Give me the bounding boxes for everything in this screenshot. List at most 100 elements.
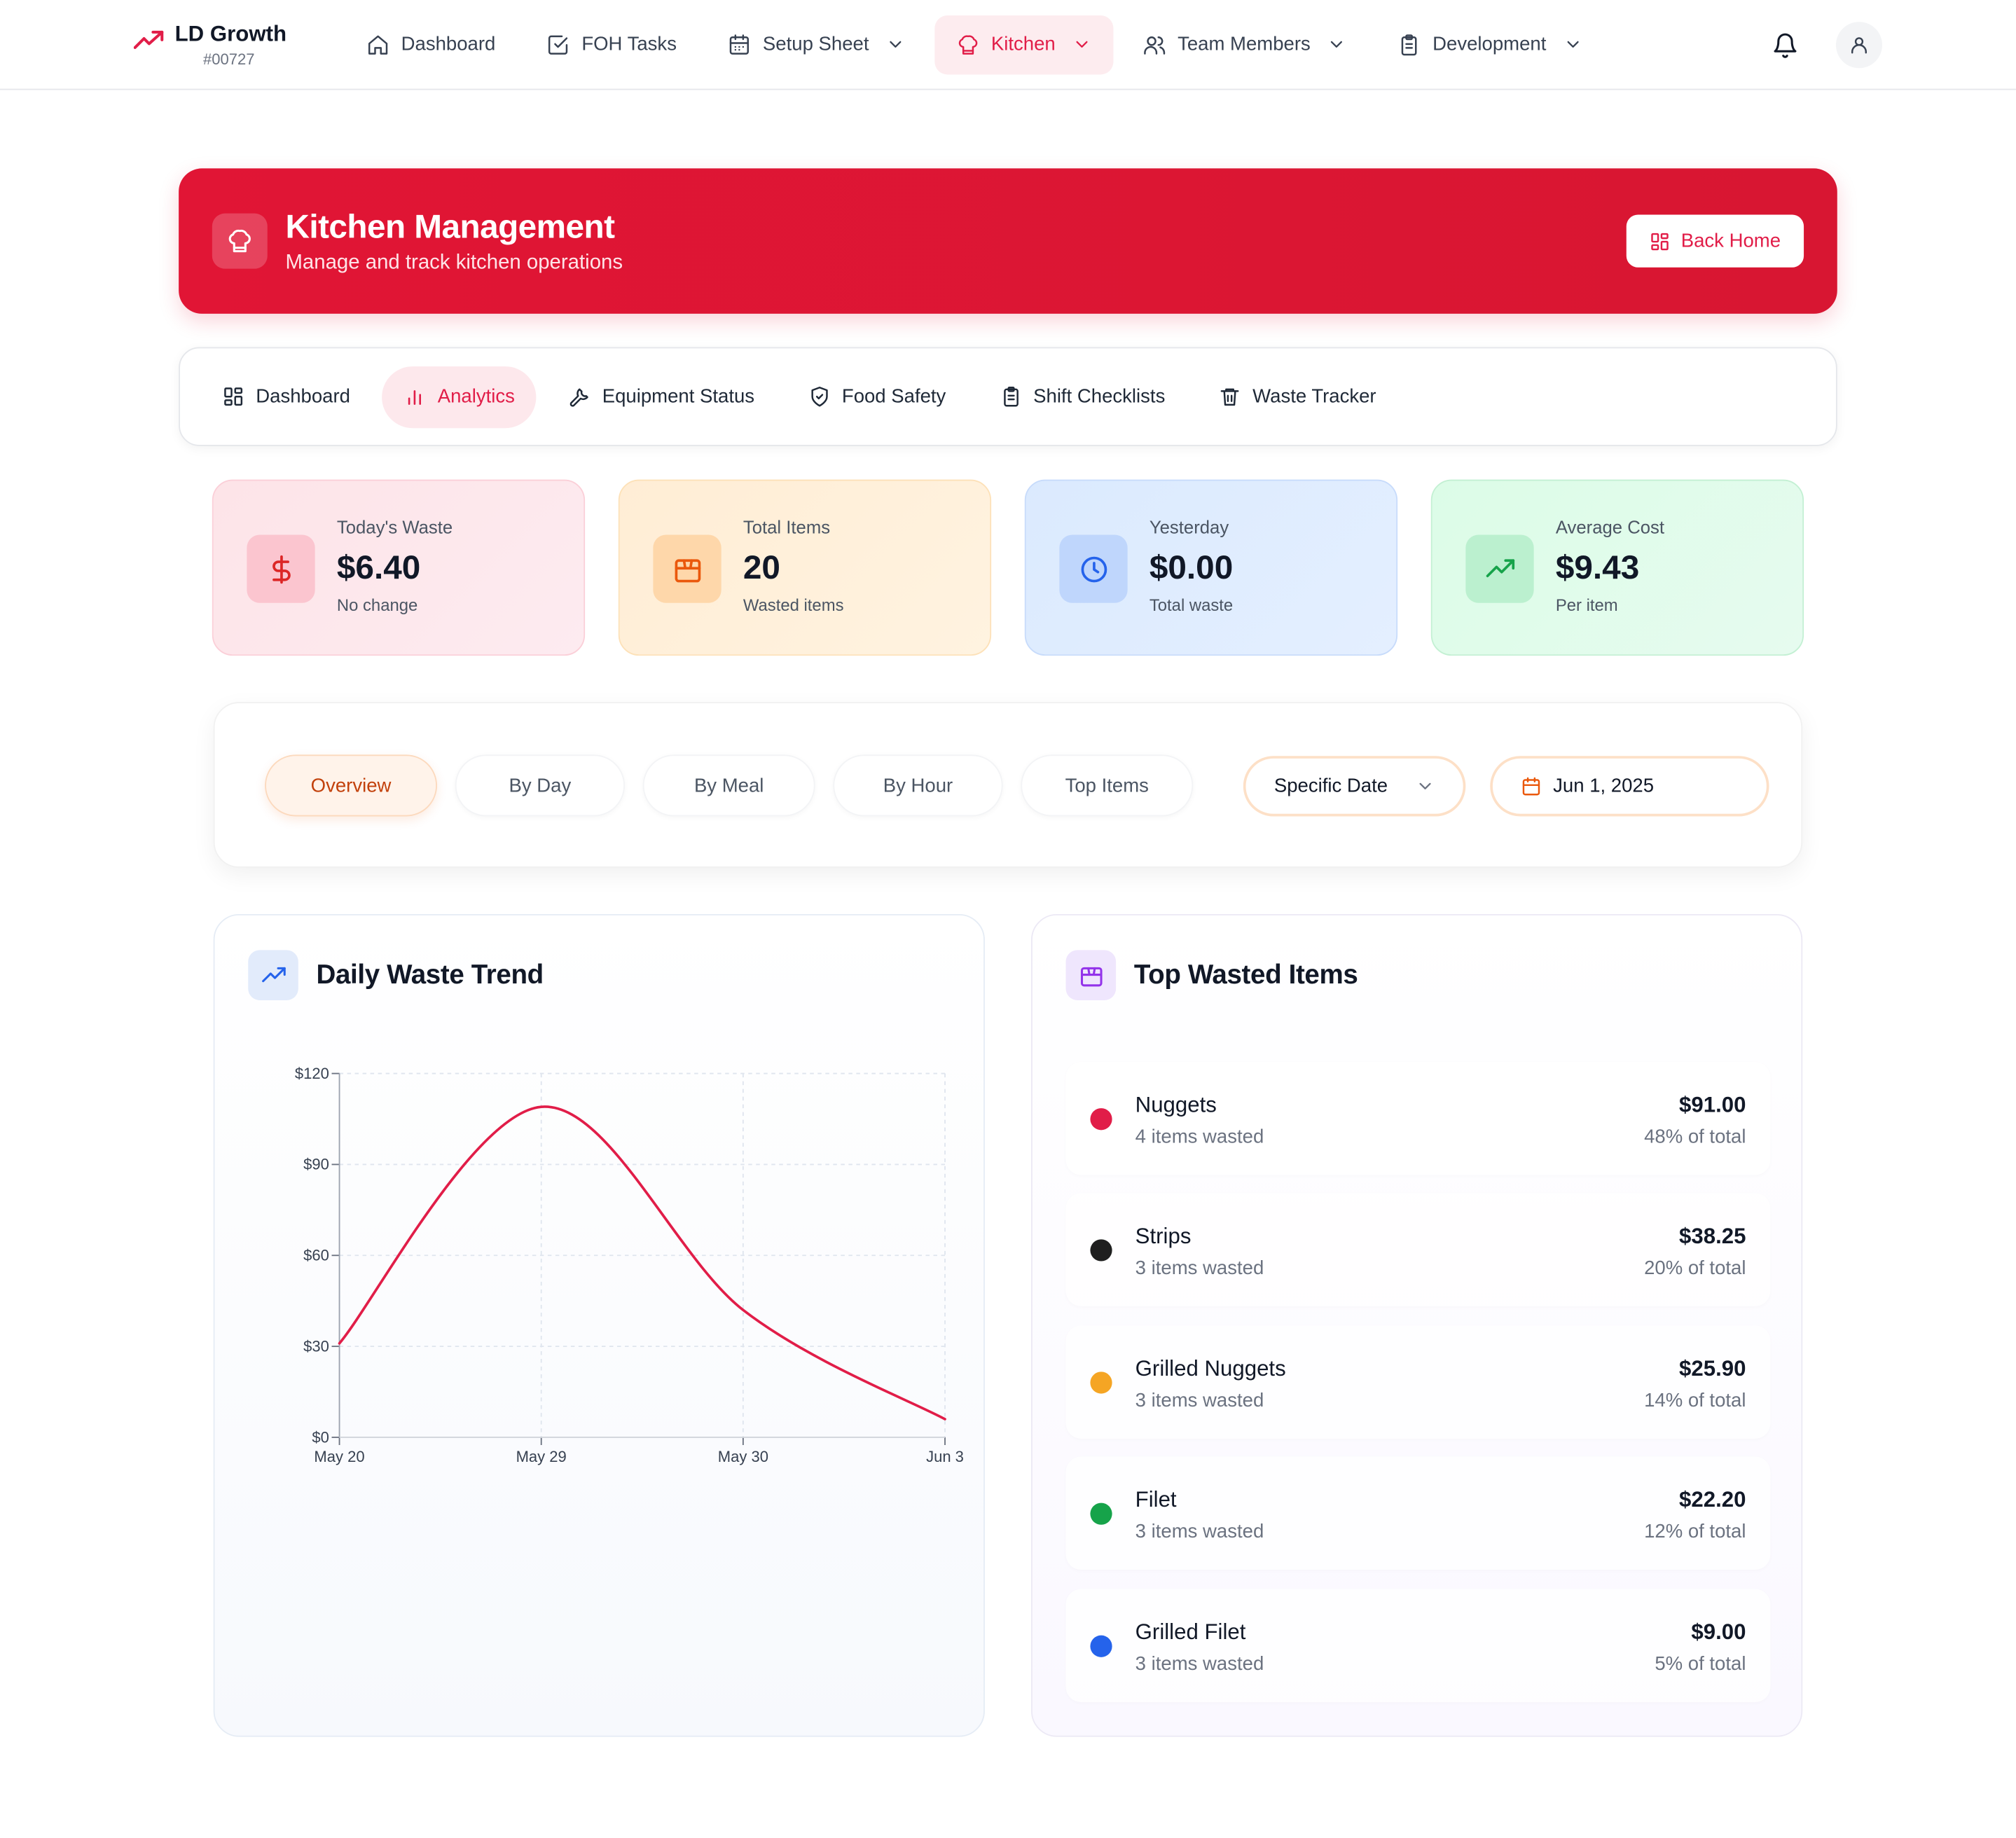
date-value: Jun 1, 2025: [1553, 775, 1655, 797]
stat-value: $9.43: [1555, 547, 1640, 586]
series-line: [338, 1105, 946, 1421]
tab-waste-tracker[interactable]: Waste Tracker: [1197, 366, 1398, 427]
dollar-icon: [247, 534, 315, 603]
wasted-item-row[interactable]: Strips 3 items wasted $38.25 20% of tota…: [1065, 1193, 1771, 1306]
item-color-dot: [1090, 1502, 1112, 1525]
wasted-item-row[interactable]: Grilled Filet 3 items wasted $9.00 5% of…: [1065, 1589, 1771, 1703]
nav-setup-sheet[interactable]: Setup Sheet: [706, 15, 927, 74]
segment-overview[interactable]: Overview: [265, 754, 438, 817]
nav-kitchen[interactable]: Kitchen: [934, 15, 1114, 74]
item-percent: 12% of total: [1644, 1521, 1746, 1543]
wasted-item-row[interactable]: Nuggets 4 items wasted $91.00 48% of tot…: [1065, 1062, 1771, 1175]
top-navbar: LD Growth #00727 Dashboard FOH Tasks Set…: [0, 0, 2016, 90]
date-mode-value: Specific Date: [1273, 775, 1388, 797]
tab-label: Waste Tracker: [1252, 385, 1376, 408]
item-count: 3 items wasted: [1135, 1257, 1264, 1280]
segment-by-day[interactable]: By Day: [455, 754, 626, 817]
tab-label: Analytics: [437, 385, 515, 408]
item-color-dot: [1090, 1635, 1112, 1657]
nav-development[interactable]: Development: [1376, 15, 1604, 74]
tab-dashboard[interactable]: Dashboard: [200, 366, 372, 427]
item-amount: $38.25: [1679, 1224, 1746, 1249]
analytics-filter-bar: Overview By Day By Meal By Hour Top Item…: [213, 702, 1803, 868]
item-count: 3 items wasted: [1135, 1653, 1264, 1675]
item-name: Grilled Nuggets: [1135, 1356, 1286, 1381]
item-amount: $91.00: [1679, 1093, 1746, 1117]
card-title: Top Wasted Items: [1133, 960, 1358, 990]
user-menu-button[interactable]: [1835, 22, 1883, 69]
date-picker[interactable]: Jun 1, 2025: [1490, 756, 1769, 817]
tab-label: Equipment Status: [602, 385, 755, 408]
nav-foh-tasks[interactable]: FOH Tasks: [525, 15, 699, 74]
trash-icon: [1221, 388, 1239, 406]
x-tick-label: Jun 3: [926, 1448, 964, 1465]
segment-by-hour[interactable]: By Hour: [833, 754, 1003, 817]
grid-icon: [1652, 232, 1669, 250]
main-nav: Dashboard FOH Tasks Setup Sheet Kitchen …: [345, 15, 1604, 74]
nav-label: Dashboard: [401, 33, 496, 55]
stat-note: Wasted items: [743, 595, 844, 615]
brand-name: LD Growth: [174, 21, 287, 46]
nav-label: Team Members: [1178, 33, 1311, 55]
tab-analytics[interactable]: Analytics: [382, 366, 537, 428]
item-percent: 20% of total: [1644, 1257, 1746, 1280]
nav-dashboard[interactable]: Dashboard: [345, 15, 518, 74]
nav-team-members[interactable]: Team Members: [1121, 15, 1368, 74]
stat-note: Per item: [1555, 595, 1618, 615]
item-name: Filet: [1135, 1487, 1177, 1512]
stat-note: Total waste: [1149, 595, 1234, 615]
tab-equipment-status[interactable]: Equipment Status: [547, 366, 776, 427]
bar-chart-icon: [408, 390, 422, 405]
calendar-icon: [730, 34, 750, 54]
x-tick-label: May 29: [516, 1448, 567, 1465]
item-percent: 14% of total: [1644, 1390, 1746, 1412]
chevron-down-icon: [1566, 41, 1579, 48]
brand[interactable]: LD Growth #00727: [133, 21, 340, 68]
y-tick-label: $30: [303, 1337, 329, 1355]
item-amount: $25.90: [1679, 1356, 1746, 1381]
nav-label: Setup Sheet: [762, 33, 869, 55]
y-tick-label: $90: [303, 1156, 329, 1173]
notifications-button[interactable]: [1761, 22, 1807, 68]
grid-icon: [224, 387, 243, 406]
back-home-button[interactable]: Back Home: [1627, 214, 1804, 268]
package-icon: [653, 534, 722, 603]
item-count: 3 items wasted: [1135, 1390, 1264, 1412]
store-id: #00727: [202, 49, 255, 68]
item-color-dot: [1090, 1239, 1112, 1262]
stat-card-average-cost: Average Cost $9.43 Per item: [1430, 479, 1804, 656]
x-tick-label: May 30: [718, 1448, 768, 1465]
wasted-item-row[interactable]: Grilled Nuggets 3 items wasted $25.90 14…: [1065, 1325, 1771, 1439]
item-color-dot: [1090, 1371, 1112, 1394]
tab-label: Dashboard: [256, 385, 350, 408]
tab-shift-checklists[interactable]: Shift Checklists: [978, 366, 1187, 427]
stat-note: No change: [336, 595, 418, 615]
y-tick-label: $120: [295, 1065, 329, 1082]
segment-by-meal[interactable]: By Meal: [642, 754, 815, 817]
item-color-dot: [1090, 1108, 1112, 1131]
page-subtitle: Manage and track kitchen operations: [285, 251, 623, 274]
stat-label: Average Cost: [1555, 516, 1665, 538]
tab-food-safety[interactable]: Food Safety: [787, 366, 968, 427]
date-mode-select[interactable]: Specific Date: [1243, 756, 1466, 817]
item-count: 3 items wasted: [1135, 1521, 1264, 1543]
back-home-label: Back Home: [1680, 230, 1781, 252]
tab-label: Shift Checklists: [1033, 385, 1166, 408]
segment-top-items[interactable]: Top Items: [1021, 754, 1194, 817]
item-percent: 5% of total: [1655, 1653, 1746, 1675]
stat-value: $0.00: [1149, 547, 1234, 586]
stat-label: Total Items: [743, 516, 831, 538]
y-tick-label: $60: [303, 1247, 329, 1264]
clock-icon: [1059, 534, 1128, 603]
wasted-item-row[interactable]: Filet 3 items wasted $22.20 12% of total: [1065, 1456, 1771, 1570]
users-icon: [1144, 36, 1166, 54]
item-name: Nuggets: [1135, 1093, 1217, 1117]
daily-waste-trend-card: Daily Waste Trend $0 $30 $60 $90 $120 May 20 M…: [213, 913, 985, 1737]
top-wasted-items-card: Top Wasted Items Nuggets 4 items wasted …: [1030, 913, 1803, 1737]
item-count: 4 items wasted: [1135, 1126, 1264, 1149]
item-percent: 48% of total: [1644, 1126, 1746, 1149]
stat-value: 20: [743, 547, 780, 586]
x-tick-label: May 20: [314, 1448, 364, 1465]
stat-card-todays-waste: Today's Waste $6.40 No change: [212, 479, 586, 656]
stat-card-total-items: Total Items 20 Wasted items: [618, 479, 992, 656]
